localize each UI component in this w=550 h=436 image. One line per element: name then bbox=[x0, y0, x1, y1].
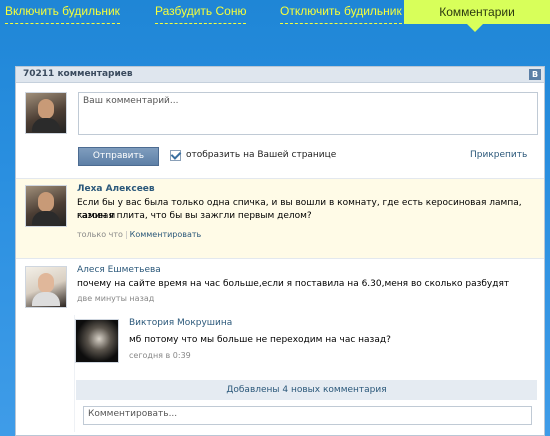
current-user-avatar[interactable] bbox=[25, 92, 67, 134]
nav-link-wake-sonya[interactable]: Разбудить Соню bbox=[155, 4, 247, 24]
reply-author[interactable]: Виктория Мокрушина bbox=[129, 318, 232, 328]
comment-textarea[interactable]: Ваш комментарий... bbox=[78, 92, 538, 135]
comment-time: только что bbox=[77, 230, 123, 239]
send-button[interactable]: Отправить bbox=[78, 147, 159, 166]
post-to-wall-label[interactable]: отобразить на Вашей странице bbox=[186, 150, 336, 160]
reply-text: мб потому что мы больше не переходим на … bbox=[129, 335, 391, 345]
avatar[interactable] bbox=[75, 319, 119, 363]
reply-input[interactable]: Комментировать... bbox=[83, 406, 532, 425]
comment-count: 70211 комментариев bbox=[23, 69, 133, 79]
nav-link-enable-alarm[interactable]: Включить будильник bbox=[5, 4, 120, 24]
comment-item: Леха Алексеев Если бы у вас была только … bbox=[16, 178, 544, 258]
post-to-wall-checkbox[interactable] bbox=[170, 150, 181, 161]
avatar[interactable] bbox=[25, 266, 67, 308]
reply-time: сегодня в 0:39 bbox=[129, 351, 191, 360]
widget-header: 70211 комментариев B bbox=[16, 67, 544, 83]
attach-link[interactable]: Прикрепить bbox=[470, 150, 527, 160]
active-tab-pointer bbox=[467, 24, 483, 32]
nav-link-disable-alarm[interactable]: Отключить будильник bbox=[280, 4, 402, 24]
new-comments-banner[interactable]: Добавлены 4 новых комментария bbox=[76, 380, 537, 400]
comment-text: почему на сайте время на час больше,если… bbox=[77, 279, 510, 289]
comment-text-line2: газовая плита, что бы вы зажгли первым д… bbox=[77, 211, 312, 221]
reply-link[interactable]: Комментировать bbox=[130, 230, 202, 239]
comment-time: две минуты назад bbox=[77, 294, 155, 303]
top-nav: Включить будильник Разбудить Соню Отключ… bbox=[0, 0, 550, 32]
comments-widget: 70211 комментариев B Ваш комментарий... … bbox=[15, 66, 545, 436]
comment-author[interactable]: Алеся Ешметьева bbox=[77, 265, 161, 275]
compose-form: Ваш комментарий... Отправить отобразить … bbox=[16, 84, 544, 178]
comment-author[interactable]: Леха Алексеев bbox=[77, 184, 155, 194]
avatar[interactable] bbox=[25, 185, 67, 227]
vk-logo-icon[interactable]: B bbox=[529, 69, 541, 80]
nav-tab-comments[interactable]: Комментарии bbox=[404, 0, 550, 24]
comment-meta: только что | Комментировать bbox=[77, 230, 202, 239]
comment-item: Алеся Ешметьева почему на сайте время на… bbox=[16, 258, 544, 432]
